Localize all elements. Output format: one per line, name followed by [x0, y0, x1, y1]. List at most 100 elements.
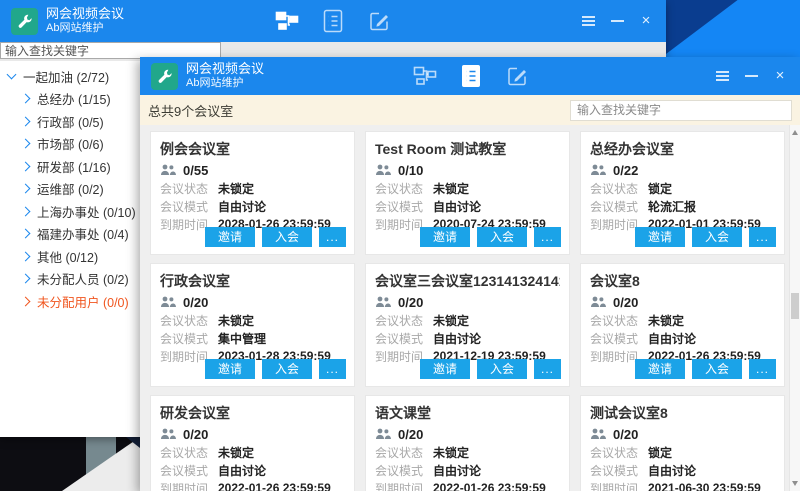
- mode-value: 自由讨论: [433, 462, 481, 479]
- tree-item-label: 未分配用户 (0/0): [37, 292, 129, 311]
- participant-count: 0/20: [398, 295, 423, 310]
- mode-label: 会议模式: [590, 198, 648, 215]
- chevron-icon[interactable]: [21, 116, 31, 126]
- mode-value: 自由讨论: [648, 462, 696, 479]
- expire-value: 2022-01-26 23:59:59: [218, 481, 331, 491]
- join-button[interactable]: 入会: [692, 359, 742, 379]
- wrench-icon: [157, 68, 173, 84]
- desktop-background: [662, 0, 800, 57]
- invite-button[interactable]: 邀请: [635, 359, 685, 379]
- tree-item-label: 其他 (0/12): [37, 247, 98, 266]
- room-title: Test Room 测试教室: [375, 139, 560, 159]
- mode-label: 会议模式: [375, 198, 433, 215]
- invite-button[interactable]: 邀请: [635, 227, 685, 247]
- scroll-thumb[interactable]: [791, 293, 799, 319]
- join-button[interactable]: 入会: [262, 359, 312, 379]
- participants-icon: [375, 296, 391, 308]
- chevron-icon[interactable]: [21, 251, 31, 261]
- join-button[interactable]: 入会: [692, 227, 742, 247]
- room-title: 行政会议室: [160, 271, 345, 291]
- menu-icon[interactable]: [580, 13, 596, 29]
- more-button[interactable]: ...: [534, 227, 561, 247]
- scroll-down-icon[interactable]: [792, 481, 798, 486]
- more-button[interactable]: ...: [534, 359, 561, 379]
- room-card: 语文课堂 0/20 会议状态 未锁定 会议模式 自由讨论 到期时间 2022-0…: [365, 395, 570, 491]
- status-label: 会议状态: [160, 444, 218, 461]
- tree-item-label: 市场部 (0/6): [37, 134, 104, 153]
- app-icon: [11, 8, 38, 35]
- status-label: 会议状态: [375, 180, 433, 197]
- invite-button[interactable]: 邀请: [205, 227, 255, 247]
- invite-button[interactable]: 邀请: [420, 227, 470, 247]
- join-button[interactable]: 入会: [262, 227, 312, 247]
- minimize-icon[interactable]: [743, 68, 759, 84]
- info-bar: 总共9个会议室: [140, 95, 800, 125]
- participant-count: 0/20: [183, 295, 208, 310]
- room-card: 总经办会议室 0/22 会议状态 锁定 会议模式 轮流汇报 到期时间 2022-…: [580, 131, 785, 255]
- participants-icon: [375, 164, 391, 176]
- room-card: 会议室三会议室123141324141三会... 0/20 会议状态 未锁定 会…: [365, 263, 570, 387]
- chevron-icon[interactable]: [21, 94, 31, 104]
- expire-value: 2021-06-30 23:59:59: [648, 481, 761, 491]
- chevron-icon[interactable]: [21, 184, 31, 194]
- status-value: 锁定: [648, 180, 672, 197]
- join-button[interactable]: 入会: [477, 227, 527, 247]
- status-value: 未锁定: [648, 312, 684, 329]
- desktop-background-corner: [0, 437, 140, 491]
- room-title: 研发会议室: [160, 403, 345, 423]
- mode-label: 会议模式: [590, 462, 648, 479]
- status-value: 锁定: [648, 444, 672, 461]
- participants-icon: [590, 428, 606, 440]
- tree-item-label: 上海办事处 (0/10): [37, 202, 136, 221]
- status-value: 未锁定: [433, 180, 469, 197]
- tree-item-label: 研发部 (1/16): [37, 157, 111, 176]
- participants-icon: [590, 296, 606, 308]
- more-button[interactable]: ...: [749, 359, 776, 379]
- org-chart-icon[interactable]: [412, 63, 438, 89]
- list-view-icon[interactable]: [320, 8, 346, 34]
- status-value: 未锁定: [433, 312, 469, 329]
- mode-value: 自由讨论: [648, 330, 696, 347]
- list-view-icon[interactable]: [458, 63, 484, 89]
- participants-icon: [160, 428, 176, 440]
- mode-value: 集中管理: [218, 330, 266, 347]
- app-title: 网会视频会议: [46, 6, 124, 22]
- close-icon[interactable]: ×: [638, 13, 654, 29]
- status-label: 会议状态: [375, 312, 433, 329]
- menu-icon[interactable]: [714, 68, 730, 84]
- close-icon[interactable]: ×: [772, 68, 788, 84]
- header-toolbar: [274, 8, 392, 34]
- status-label: 会议状态: [590, 312, 648, 329]
- status-value: 未锁定: [433, 444, 469, 461]
- chevron-icon[interactable]: [21, 139, 31, 149]
- edit-icon[interactable]: [366, 8, 392, 34]
- room-card: 例会会议室 0/55 会议状态 未锁定 会议模式 自由讨论 到期时间 2028-…: [150, 131, 355, 255]
- room-search-input[interactable]: [570, 100, 792, 121]
- window-header: 网会视频会议 Ab网站维护: [0, 0, 666, 42]
- more-button[interactable]: ...: [319, 359, 346, 379]
- invite-button[interactable]: 邀请: [420, 359, 470, 379]
- chevron-icon[interactable]: [7, 70, 17, 80]
- invite-button[interactable]: 邀请: [205, 359, 255, 379]
- more-button[interactable]: ...: [749, 227, 776, 247]
- edit-icon[interactable]: [504, 63, 530, 89]
- tree-item-label: 福建办事处 (0/4): [37, 224, 129, 243]
- minimize-icon[interactable]: [609, 13, 625, 29]
- chevron-icon[interactable]: [21, 296, 31, 306]
- more-button[interactable]: ...: [319, 227, 346, 247]
- room-title: 总经办会议室: [590, 139, 775, 159]
- chevron-icon[interactable]: [21, 229, 31, 239]
- join-button[interactable]: 入会: [477, 359, 527, 379]
- chevron-icon[interactable]: [21, 274, 31, 284]
- status-label: 会议状态: [375, 444, 433, 461]
- scroll-up-icon[interactable]: [792, 130, 798, 135]
- app-titles: 网会视频会议 Ab网站维护: [46, 6, 124, 36]
- org-chart-icon[interactable]: [274, 8, 300, 34]
- scrollbar[interactable]: [789, 125, 800, 491]
- participants-icon: [160, 296, 176, 308]
- participant-count: 0/55: [183, 163, 208, 178]
- chevron-icon[interactable]: [21, 206, 31, 216]
- status-label: 会议状态: [160, 312, 218, 329]
- chevron-icon[interactable]: [21, 161, 31, 171]
- room-title: 例会会议室: [160, 139, 345, 159]
